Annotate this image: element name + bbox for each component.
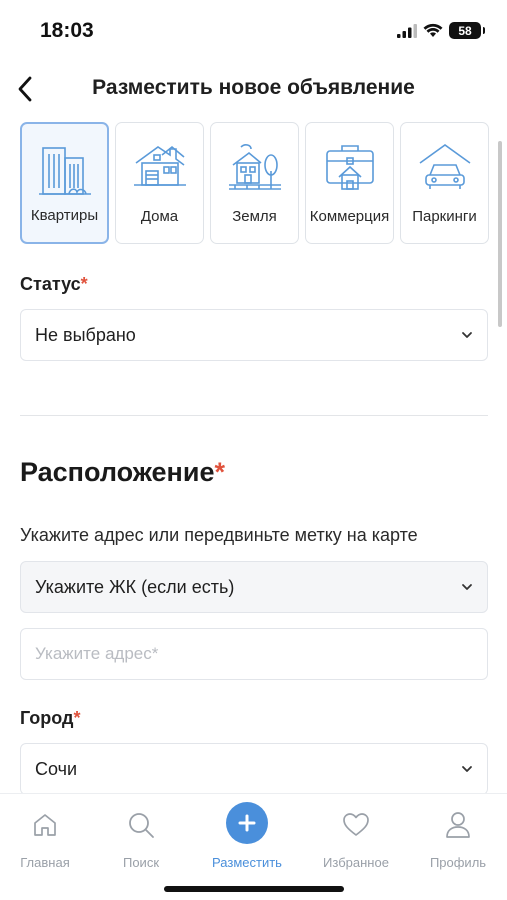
header: Разместить новое объявление [0, 66, 507, 112]
search-icon [129, 813, 154, 838]
category-label: Дома [140, 208, 179, 225]
tab-profile[interactable]: Профиль [413, 808, 503, 870]
location-title-text: Расположение [20, 457, 215, 487]
land-plot-icon [228, 144, 281, 190]
address-input[interactable] [20, 628, 488, 680]
tab-label: Разместить [212, 855, 282, 870]
category-card-commercial[interactable]: Коммерция [305, 122, 394, 244]
category-card-houses[interactable]: Дома [115, 122, 204, 244]
status-bar: 18:03 58 [0, 0, 507, 62]
tab-favorites[interactable]: Избранное [311, 808, 401, 870]
home-indicator[interactable] [164, 886, 344, 892]
tab-label: Главная [20, 855, 70, 870]
apartment-building-icon [38, 147, 91, 195]
form-content[interactable]: Квартиры Дома Земля Коммерция Паркинги С… [0, 115, 507, 793]
residential-complex-select[interactable]: Укажите ЖК (если есть) [20, 561, 488, 613]
city-label: Город* [20, 708, 81, 729]
tab-home[interactable]: Главная [0, 808, 90, 870]
required-mark: * [80, 274, 88, 294]
scrollbar[interactable] [498, 141, 502, 327]
category-card-apartments[interactable]: Квартиры [20, 122, 109, 244]
status-label: Статус* [20, 274, 88, 295]
residential-complex-value: Укажите ЖК (если есть) [35, 577, 235, 597]
wifi-icon [423, 23, 443, 37]
tab-post[interactable]: Разместить [202, 802, 292, 870]
post-ad-button[interactable] [226, 802, 268, 844]
plus-icon [238, 814, 256, 832]
section-divider [20, 415, 488, 416]
battery-icon: 58 [449, 22, 485, 39]
status-icons: 58 [397, 22, 485, 39]
category-selector: Квартиры Дома Земля Коммерция Паркинги [20, 122, 489, 244]
category-label: Земля [232, 208, 277, 225]
category-label: Квартиры [30, 207, 99, 224]
commercial-briefcase-icon [325, 145, 374, 190]
tab-label: Поиск [122, 855, 160, 870]
chevron-down-icon [462, 584, 472, 590]
city-select[interactable]: Сочи [20, 743, 488, 793]
chevron-down-icon [462, 332, 472, 338]
category-label: Паркинги [412, 208, 477, 225]
bottom-tab-bar: Главная Поиск Разместить Избранное Профи… [0, 793, 507, 900]
location-section-title: Расположение* [20, 457, 225, 488]
heart-icon [343, 813, 369, 836]
status-select[interactable]: Не выбрано [20, 309, 488, 361]
tab-search[interactable]: Поиск [96, 808, 186, 870]
user-icon [446, 812, 470, 838]
cellular-signal-icon [397, 23, 417, 38]
status-time: 18:03 [40, 19, 94, 42]
page-title: Разместить новое объявление [92, 76, 415, 99]
status-select-value: Не выбрано [35, 325, 136, 345]
category-card-parking[interactable]: Паркинги [400, 122, 489, 244]
chevron-down-icon [462, 766, 472, 772]
home-icon [34, 814, 56, 836]
tab-label: Избранное [323, 855, 389, 870]
status-label-text: Статус [20, 274, 81, 294]
required-mark: * [214, 457, 225, 487]
house-icon [133, 145, 186, 186]
parking-garage-icon [419, 144, 470, 189]
required-mark: * [73, 708, 81, 728]
location-hint: Укажите адрес или передвиньте метку на к… [20, 525, 418, 545]
tab-label: Профиль [429, 855, 487, 870]
category-label: Коммерция [309, 208, 390, 225]
city-select-value: Сочи [35, 759, 78, 779]
city-label-text: Город [20, 708, 74, 728]
category-card-land[interactable]: Земля [210, 122, 299, 244]
